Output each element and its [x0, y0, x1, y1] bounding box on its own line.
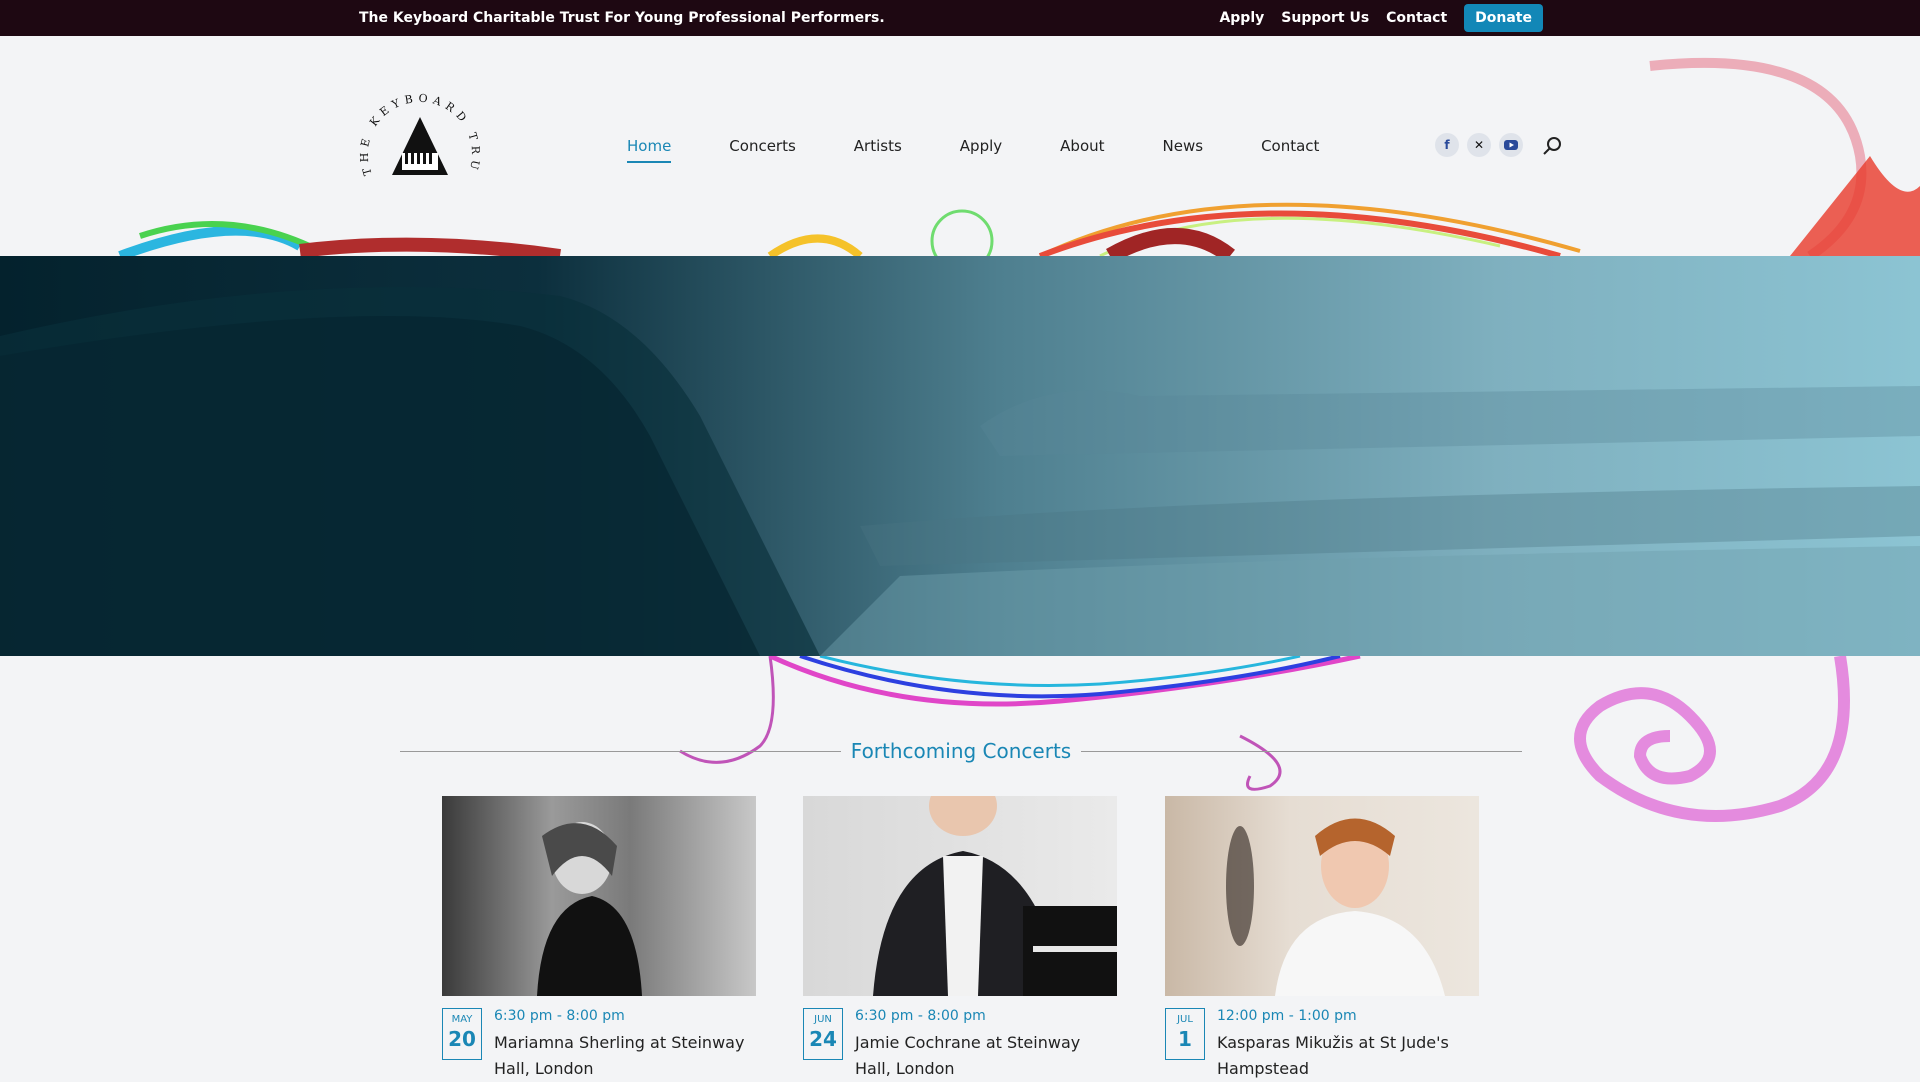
date-badge: JUN 24: [803, 1008, 843, 1060]
top-bar: The Keyboard Charitable Trust For Young …: [0, 0, 1920, 36]
nav-artists[interactable]: Artists: [854, 137, 902, 163]
x-icon[interactable]: ✕: [1467, 133, 1491, 157]
date-badge: MAY 20: [442, 1008, 482, 1060]
concert-image[interactable]: [803, 796, 1117, 996]
youtube-icon[interactable]: [1499, 133, 1523, 157]
concert-card[interactable]: JUL 1 12:00 pm - 1:00 pm Kasparas Mikuži…: [1165, 796, 1479, 1078]
date-badge: JUL 1: [1165, 1008, 1205, 1060]
concert-image[interactable]: [1165, 796, 1479, 996]
concert-title[interactable]: Mariamna Sherling at Steinway Hall, Lond…: [494, 1030, 754, 1082]
concert-card[interactable]: JUN 24 6:30 pm - 8:00 pm Jamie Cochrane …: [803, 796, 1117, 1078]
facebook-icon[interactable]: f: [1435, 133, 1459, 157]
main-nav: Home Concerts Artists Apply About News C…: [627, 137, 1319, 163]
nav-news[interactable]: News: [1163, 137, 1204, 163]
site-logo[interactable]: THE KEYBOARD TRUST: [350, 79, 490, 219]
nav-apply[interactable]: Apply: [960, 137, 1002, 163]
nav-contact[interactable]: Contact: [1261, 137, 1319, 163]
date-month: JUN: [814, 1014, 832, 1025]
hero-banner: [0, 256, 1920, 656]
date-month: JUL: [1177, 1014, 1193, 1025]
social-links: f ✕: [1435, 133, 1523, 157]
nav-home[interactable]: Home: [627, 137, 672, 163]
site-header: THE KEYBOARD TRUST Home Concerts Artists…: [0, 36, 1920, 256]
section-title: Forthcoming Concerts: [840, 739, 1082, 763]
concert-card[interactable]: MAY 20 6:30 pm - 8:00 pm Mariamna Sherli…: [442, 796, 756, 1078]
concert-time: 6:30 pm - 8:00 pm: [855, 1008, 986, 1024]
nav-concerts[interactable]: Concerts: [729, 137, 796, 163]
date-month: MAY: [451, 1014, 473, 1025]
tagline: The Keyboard Charitable Trust For Young …: [359, 10, 885, 26]
concert-time: 12:00 pm - 1:00 pm: [1217, 1008, 1357, 1024]
top-link-support-us[interactable]: Support Us: [1281, 10, 1369, 26]
section-heading: Forthcoming Concerts: [400, 739, 1522, 763]
concert-title[interactable]: Kasparas Mikužis at St Jude's Hampstead: [1217, 1030, 1477, 1082]
top-links: Apply Support Us Contact Donate: [1219, 0, 1543, 36]
search-icon[interactable]: [1541, 135, 1563, 157]
hero-image: [0, 287, 1920, 656]
concert-title[interactable]: Jamie Cochrane at Steinway Hall, London: [855, 1030, 1115, 1082]
top-link-apply[interactable]: Apply: [1219, 10, 1264, 26]
date-day: 24: [809, 1027, 837, 1051]
date-day: 20: [448, 1027, 476, 1051]
concert-time: 6:30 pm - 8:00 pm: [494, 1008, 625, 1024]
nav-about[interactable]: About: [1060, 137, 1104, 163]
top-link-contact[interactable]: Contact: [1386, 10, 1447, 26]
donate-button[interactable]: Donate: [1464, 4, 1543, 32]
concert-image[interactable]: [442, 796, 756, 996]
date-day: 1: [1178, 1027, 1192, 1051]
